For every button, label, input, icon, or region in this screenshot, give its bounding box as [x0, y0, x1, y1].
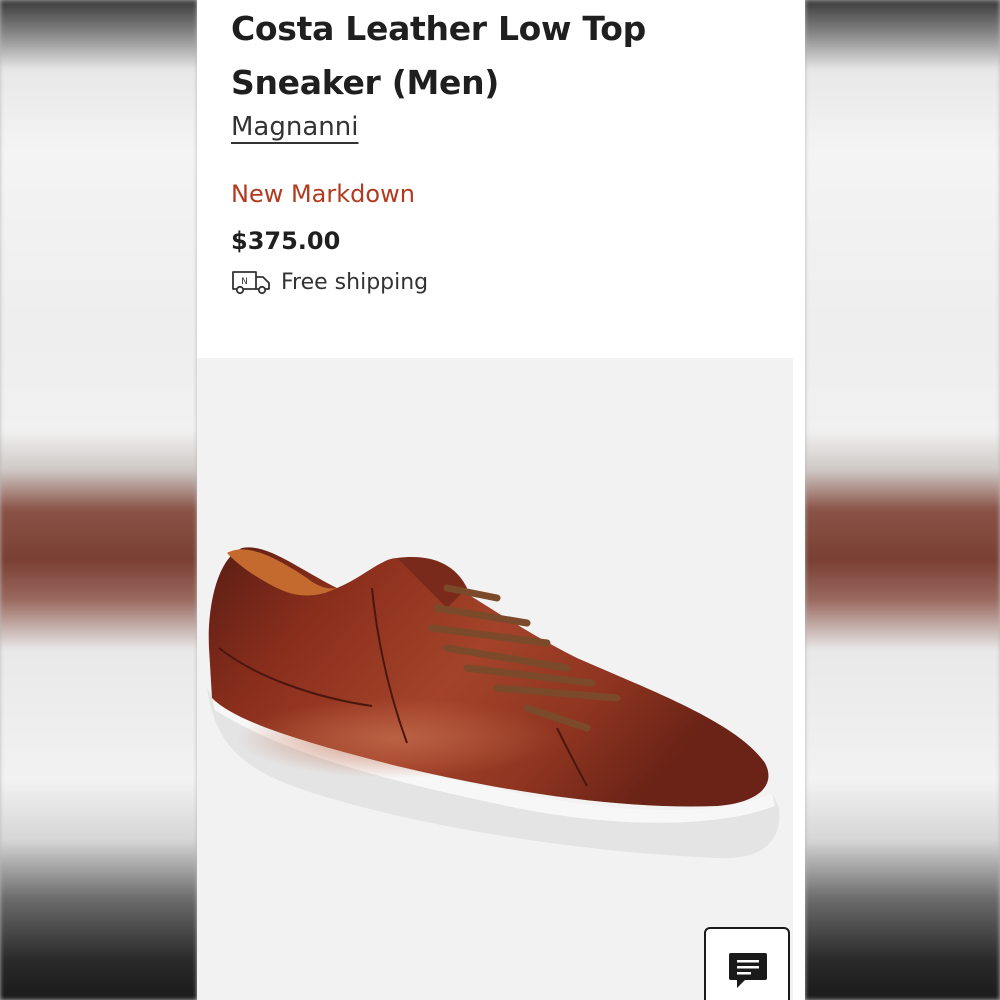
image-gutter: [793, 358, 805, 1000]
product-price: $375.00: [231, 227, 341, 255]
product-page: Costa Leather Low Top Sneaker (Men) Magn…: [197, 0, 805, 1000]
blurred-backdrop-right: [805, 0, 1000, 1000]
delivery-truck-icon: N: [232, 271, 270, 295]
shipping-label: Free shipping: [281, 269, 429, 295]
product-image[interactable]: [197, 358, 793, 1000]
sneaker-image: [207, 547, 780, 859]
product-title: Costa Leather Low Top Sneaker (Men): [231, 9, 646, 102]
brand-link[interactable]: Magnanni: [231, 112, 358, 142]
blurred-backdrop-left: [0, 0, 197, 1000]
markdown-badge: New Markdown: [231, 180, 415, 208]
chat-bubble-icon: [729, 953, 767, 988]
truck-icon-letter: N: [241, 277, 248, 287]
shipping-info: N Free shipping: [231, 268, 428, 296]
chat-button[interactable]: [704, 927, 790, 1000]
